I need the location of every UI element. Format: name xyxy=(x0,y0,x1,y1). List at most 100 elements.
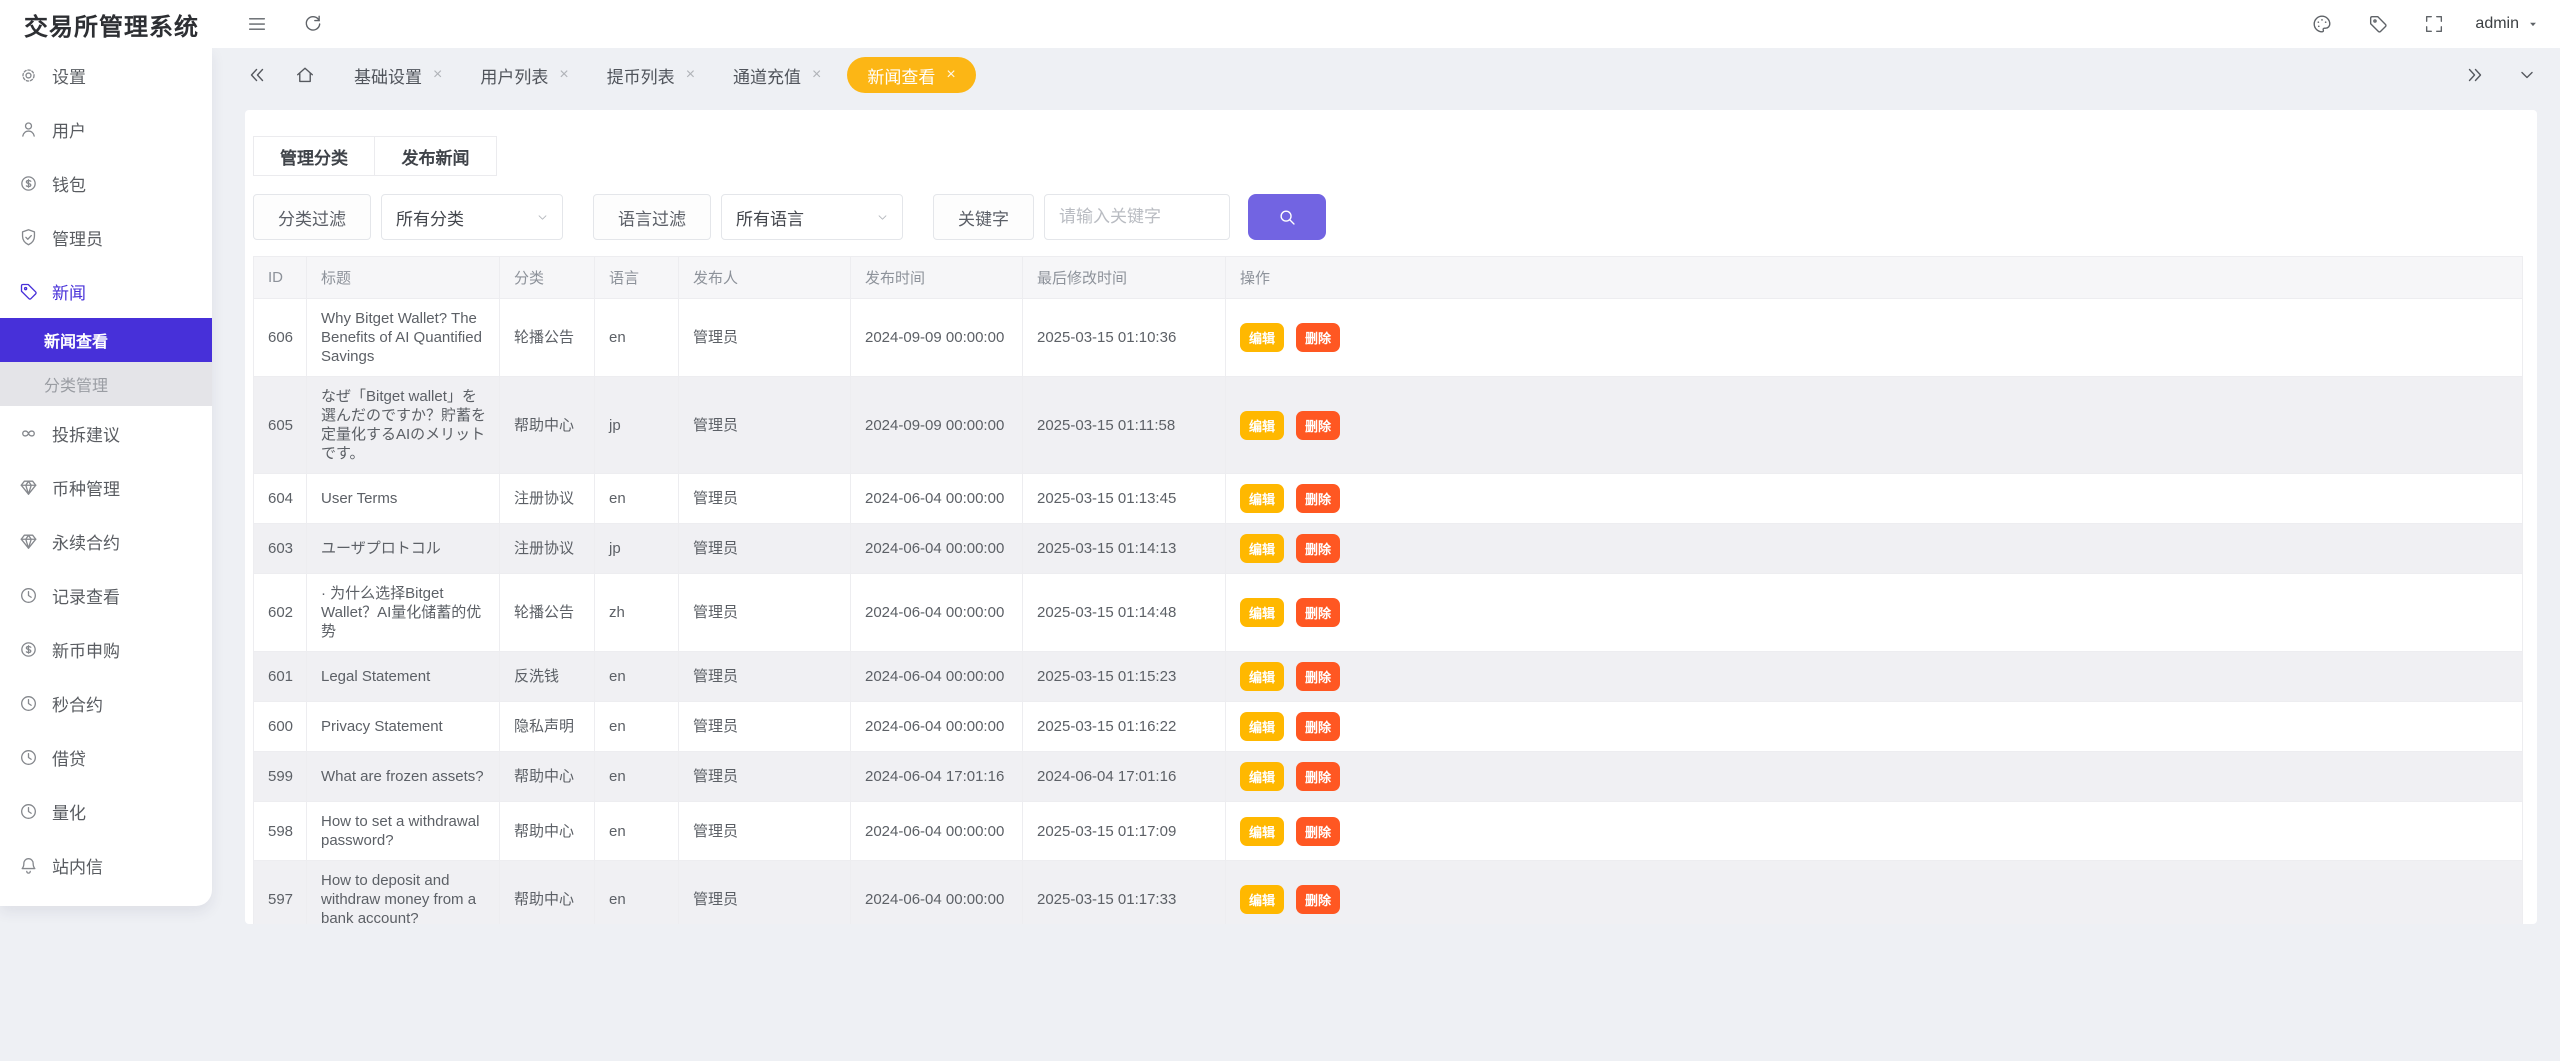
bell-icon xyxy=(18,855,39,876)
category-filter-select[interactable]: 所有分类 xyxy=(381,194,563,240)
cell-title: · 为什么选择Bitget Wallet？AI量化储蓄的优势 xyxy=(307,574,500,652)
cell-lang: en xyxy=(595,861,679,925)
caret-down-icon xyxy=(2526,17,2540,31)
refresh-button[interactable] xyxy=(302,12,326,36)
sidebar-item-news[interactable]: 新闻 xyxy=(0,264,212,318)
user-menu[interactable]: admin xyxy=(2475,15,2540,33)
fullscreen-button[interactable] xyxy=(2423,12,2447,36)
edit-button[interactable]: 编辑 xyxy=(1240,712,1284,741)
sidebar-item-users[interactable]: 用户 xyxy=(0,102,212,156)
gear-icon xyxy=(18,65,39,86)
delete-button[interactable]: 删除 xyxy=(1296,712,1340,741)
sidebar-item-settings[interactable]: 设置 xyxy=(0,48,212,102)
tabs-menu-chevron-icon[interactable] xyxy=(2516,64,2538,86)
cell-modified_time: 2025-03-15 01:15:23 xyxy=(1023,652,1226,702)
cell-publish_time: 2024-06-04 00:00:00 xyxy=(851,861,1023,925)
cell-title: Why Bitget Wallet? The Benefits of AI Qu… xyxy=(307,299,500,377)
language-filter-select[interactable]: 所有语言 xyxy=(721,194,903,240)
delete-button[interactable]: 删除 xyxy=(1296,534,1340,563)
sidebar-item-quant[interactable]: 量化 xyxy=(0,784,212,838)
fullscreen-icon xyxy=(2423,13,2445,35)
cell-category: 轮播公告 xyxy=(500,574,595,652)
cell-title: How to set a withdrawal password? xyxy=(307,802,500,861)
edit-button[interactable]: 编辑 xyxy=(1240,534,1284,563)
cell-category: 注册协议 xyxy=(500,524,595,574)
menu-collapse-button[interactable] xyxy=(246,12,270,36)
cell-publish_time: 2024-06-04 00:00:00 xyxy=(851,574,1023,652)
sidebar-item-records[interactable]: 记录查看 xyxy=(0,568,212,622)
delete-button[interactable]: 删除 xyxy=(1296,411,1340,440)
tab-close-icon[interactable]: × xyxy=(559,67,568,83)
nav-tab-4[interactable]: 通道充值× xyxy=(721,57,833,93)
palette-button[interactable] xyxy=(2311,12,2335,36)
delete-button[interactable]: 删除 xyxy=(1296,762,1340,791)
sidebar-item-label: 新闻 xyxy=(52,279,86,304)
shield-check-icon xyxy=(18,227,39,248)
delete-button[interactable]: 删除 xyxy=(1296,817,1340,846)
edit-button[interactable]: 编辑 xyxy=(1240,598,1284,627)
tag-button[interactable] xyxy=(2367,12,2391,36)
sidebar-item-wallet[interactable]: 钱包 xyxy=(0,156,212,210)
sidebar-subitem-label: 新闻查看 xyxy=(44,328,108,352)
sidebar-subitem-news-view[interactable]: 新闻查看 xyxy=(0,318,212,362)
tab-close-icon[interactable]: × xyxy=(812,67,821,83)
cell-modified_time: 2025-03-15 01:17:33 xyxy=(1023,861,1226,925)
nav-tab-1[interactable]: 基础设置 × xyxy=(342,57,454,93)
tabs-scroll-left-icon[interactable] xyxy=(246,64,268,86)
cell-actions: 编辑删除 xyxy=(1226,802,2523,861)
sidebar-item-lending[interactable]: 借贷 xyxy=(0,730,212,784)
tab-close-icon[interactable]: × xyxy=(433,67,442,83)
delete-button[interactable]: 删除 xyxy=(1296,885,1340,914)
cell-publish_time: 2024-06-04 00:00:00 xyxy=(851,652,1023,702)
sidebar-item-admins[interactable]: 管理员 xyxy=(0,210,212,264)
delete-button[interactable]: 删除 xyxy=(1296,598,1340,627)
sidebar-item-new-coin-subscribe[interactable]: 新币申购 xyxy=(0,622,212,676)
edit-button[interactable]: 编辑 xyxy=(1240,323,1284,352)
chevron-down-icon xyxy=(535,210,550,225)
cell-actions: 编辑删除 xyxy=(1226,299,2523,377)
sidebar-subitem-category-manage[interactable]: 分类管理 xyxy=(0,362,212,406)
sidebar-item-site-message[interactable]: 站内信 xyxy=(0,838,212,892)
sidebar-item-seconds-contract[interactable]: 秒合约 xyxy=(0,676,212,730)
edit-button[interactable]: 编辑 xyxy=(1240,817,1284,846)
nav-tab-label: 基础设置 xyxy=(354,63,422,88)
cell-id: 597 xyxy=(254,861,307,925)
chevron-down-icon xyxy=(2516,64,2538,86)
sidebar-item-complaints[interactable]: 投拆建议 xyxy=(0,406,212,460)
search-button[interactable] xyxy=(1248,194,1326,240)
tab-close-icon[interactable]: × xyxy=(946,67,955,83)
cell-actions: 编辑删除 xyxy=(1226,652,2523,702)
sidebar: 设置用户钱包管理员新闻新闻查看分类管理投拆建议币种管理永续合约记录查看新币申购秒… xyxy=(0,48,212,906)
view-tab-2[interactable]: 发布新闻 xyxy=(375,136,497,176)
delete-button[interactable]: 删除 xyxy=(1296,662,1340,691)
sidebar-item-label: 币种管理 xyxy=(52,475,120,500)
edit-button[interactable]: 编辑 xyxy=(1240,662,1284,691)
edit-button[interactable]: 编辑 xyxy=(1240,484,1284,513)
sidebar-item-label: 投拆建议 xyxy=(52,421,120,446)
sidebar-item-perpetual[interactable]: 永续合约 xyxy=(0,514,212,568)
delete-button[interactable]: 删除 xyxy=(1296,323,1340,352)
nav-tab-label: 提币列表 xyxy=(607,63,675,88)
nav-tab-5[interactable]: 新闻查看× xyxy=(847,57,975,93)
edit-button[interactable]: 编辑 xyxy=(1240,885,1284,914)
home-icon[interactable] xyxy=(294,64,316,86)
delete-button[interactable]: 删除 xyxy=(1296,484,1340,513)
cell-category: 隐私声明 xyxy=(500,702,595,752)
edit-button[interactable]: 编辑 xyxy=(1240,411,1284,440)
sidebar-item-coin-manage[interactable]: 币种管理 xyxy=(0,460,212,514)
tabs-scroll-right-icon[interactable] xyxy=(2464,64,2486,86)
keyword-input[interactable] xyxy=(1044,194,1230,240)
view-tab-label: 发布新闻 xyxy=(402,144,470,169)
tab-close-icon[interactable]: × xyxy=(686,67,695,83)
cell-id: 603 xyxy=(254,524,307,574)
cell-title: User Terms xyxy=(307,474,500,524)
nav-tab-2[interactable]: 用户列表× xyxy=(468,57,580,93)
edit-button[interactable]: 编辑 xyxy=(1240,762,1284,791)
cell-publish_time: 2024-09-09 00:00:00 xyxy=(851,299,1023,377)
nav-tabs: 基础设置×用户列表×提币列表×通道充值×新闻查看× xyxy=(342,57,976,93)
header-left-icons xyxy=(246,12,326,36)
nav-tab-3[interactable]: 提币列表 × xyxy=(595,57,707,93)
view-tab-1[interactable]: 管理分类 xyxy=(253,136,375,176)
keyword-label: 关键字 xyxy=(933,194,1034,240)
cell-publisher: 管理员 xyxy=(679,802,851,861)
